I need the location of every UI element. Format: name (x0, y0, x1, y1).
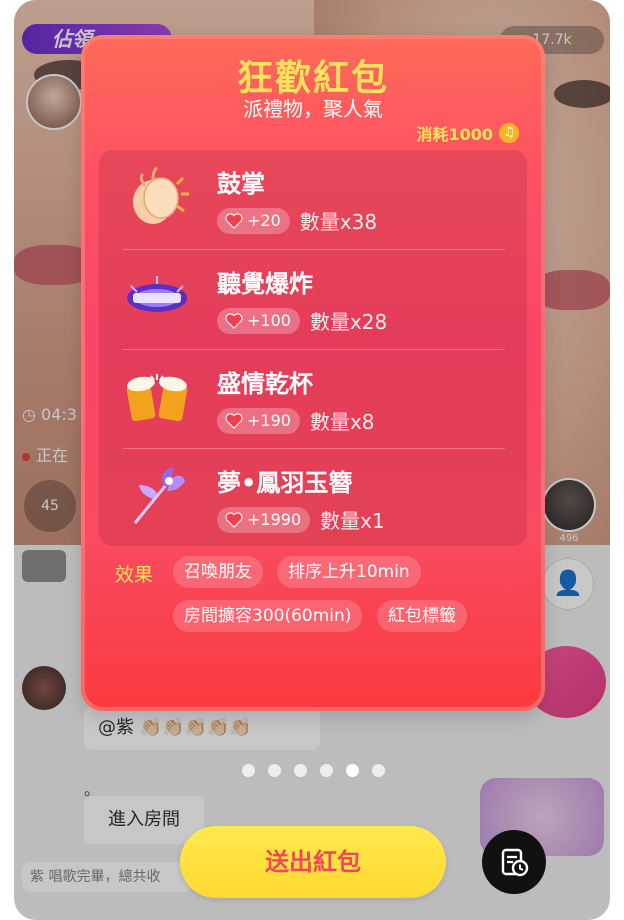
gift-points-pill: +1990 (217, 506, 311, 533)
red-packet-popup: 狂歡紅包 派禮物，聚人氣 消耗1000 ♫ 鼓掌 +20 數量x38 聽覺爆炸 … (81, 35, 545, 711)
heart-icon (225, 312, 243, 329)
gift-meta: +1990 數量x1 (217, 505, 385, 534)
gift-points: +100 (247, 311, 291, 330)
popup-subtitle: 派禮物，聚人氣 (243, 97, 383, 121)
gift-name: 夢•鳳羽玉簪 (217, 469, 353, 497)
effects-label: 效果 (115, 564, 154, 586)
beer-cheers-icon (126, 374, 188, 422)
gift-meta: +190 數量x8 (217, 406, 375, 435)
red-packet-history-icon (501, 848, 529, 877)
gift-points: +1990 (247, 510, 302, 529)
gift-points-pill: +190 (217, 407, 300, 434)
effect-tag: 排序上升10min (277, 556, 421, 588)
page-dot[interactable] (294, 764, 307, 777)
cost-display: 消耗1000 ♫ (416, 121, 519, 145)
gift-points-pill: +20 (217, 207, 290, 234)
gift-points: +20 (247, 211, 281, 230)
effect-tag: 召喚朋友 (173, 556, 263, 588)
gift-name: 鼓掌 (217, 170, 265, 198)
gift-item[interactable]: 盛情乾杯 +190 數量x8 (123, 350, 505, 449)
phoenix-hairpin-icon (133, 467, 185, 524)
music-note-coin-icon: ♫ (499, 123, 519, 143)
page-dot[interactable] (242, 764, 255, 777)
effect-tag: 房間擴容300(60min) (173, 600, 363, 632)
gift-meta: +100 數量x28 (217, 306, 387, 335)
red-packet-history-button[interactable] (482, 830, 546, 894)
cost-label: 消耗1000 (416, 125, 493, 144)
gift-quantity: 數量x1 (320, 509, 385, 533)
heart-icon (225, 511, 243, 528)
clapping-hands-icon (133, 166, 189, 224)
page-dot[interactable] (320, 764, 333, 777)
gift-points-pill: +100 (217, 307, 300, 334)
page-dot[interactable] (372, 764, 385, 777)
gift-quantity: 數量x38 (299, 210, 378, 234)
page-indicator (242, 764, 385, 777)
gift-name: 聽覺爆炸 (217, 270, 313, 298)
gift-quantity: 數量x28 (309, 310, 388, 334)
heart-icon (225, 412, 243, 429)
page-dot[interactable] (268, 764, 281, 777)
page-dot-active[interactable] (346, 764, 359, 777)
gift-item[interactable]: 聽覺爆炸 +100 數量x28 (123, 250, 505, 349)
effect-tag: 紅包標籤 (377, 600, 467, 632)
gift-name: 盛情乾杯 (217, 370, 313, 398)
gift-meta: +20 數量x38 (217, 206, 377, 235)
gift-item[interactable]: 鼓掌 +20 數量x38 (123, 150, 505, 249)
gift-item[interactable]: 夢•鳳羽玉簪 +1990 數量x1 (123, 449, 505, 548)
gift-list: 鼓掌 +20 數量x38 聽覺爆炸 +100 數量x28 盛情乾杯 +190 數… (99, 150, 527, 546)
send-red-packet-button[interactable]: 送出紅包 (180, 826, 446, 898)
sound-explosion-icon (127, 276, 187, 312)
gift-points: +190 (247, 411, 291, 430)
heart-icon (225, 212, 243, 229)
gift-quantity: 數量x8 (309, 410, 375, 434)
